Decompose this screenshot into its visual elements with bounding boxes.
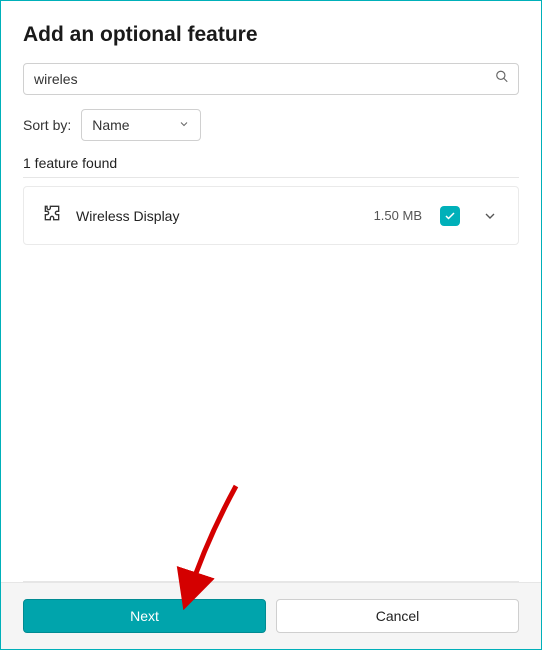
feature-checkbox[interactable]	[440, 206, 460, 226]
puzzle-icon	[42, 203, 62, 228]
search-field-wrapper	[23, 63, 519, 95]
next-button[interactable]: Next	[23, 599, 266, 633]
feature-row[interactable]: Wireless Display 1.50 MB	[23, 186, 519, 245]
search-input[interactable]	[23, 63, 519, 95]
results-count: 1 feature found	[23, 155, 519, 171]
sort-label: Sort by:	[23, 117, 71, 133]
chevron-down-icon	[178, 117, 190, 133]
feature-size: 1.50 MB	[374, 208, 422, 223]
feature-list: Wireless Display 1.50 MB	[23, 177, 519, 245]
cancel-button[interactable]: Cancel	[276, 599, 519, 633]
dialog-actions: Next Cancel	[1, 582, 541, 649]
sort-dropdown[interactable]: Name	[81, 109, 201, 141]
expand-chevron-icon[interactable]	[480, 208, 500, 224]
dialog-title: Add an optional feature	[23, 23, 519, 47]
sort-selected-value: Name	[92, 117, 129, 133]
feature-name: Wireless Display	[76, 208, 360, 224]
